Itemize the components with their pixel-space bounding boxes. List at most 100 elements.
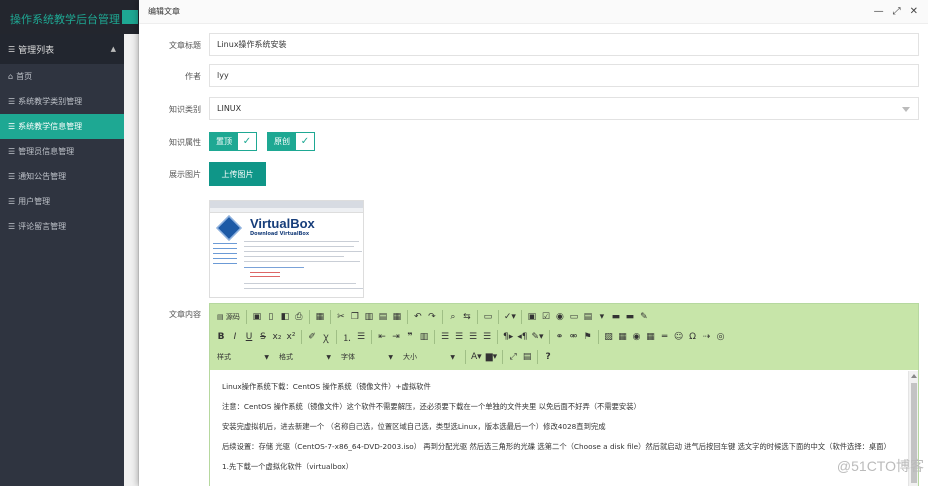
radio-icon[interactable]: ◉ xyxy=(553,309,567,325)
size-combo[interactable]: 大小 ▼ xyxy=(400,350,458,364)
numbered-list-icon[interactable]: ⒈ xyxy=(340,329,354,345)
sidebar-group-header[interactable]: ☰ 管理列表 ▲ xyxy=(0,34,124,64)
bold-icon[interactable]: B xyxy=(214,329,228,345)
image-icon[interactable]: ▨ xyxy=(602,329,616,345)
format-combo[interactable]: 格式 ▼ xyxy=(276,350,334,364)
image-button-icon[interactable]: ▬ xyxy=(623,309,637,325)
template-icon[interactable]: ▦ xyxy=(313,309,327,325)
link-icon[interactable]: ⚭ xyxy=(553,329,567,345)
content-paragraph: Linux操作系统下载：CentOS 操作系统（镜像文件）+虚拟软件 xyxy=(222,382,431,391)
blockquote-icon[interactable]: ❞ xyxy=(403,329,417,345)
indent-icon[interactable]: ⇥ xyxy=(389,329,403,345)
category-select[interactable]: LINUX xyxy=(209,97,919,120)
emoji-box-icon[interactable]: ◉ xyxy=(630,329,644,345)
new-document-icon[interactable]: ▯ xyxy=(264,309,278,325)
show-blocks-icon[interactable]: ▤ xyxy=(520,349,534,365)
align-right-icon[interactable]: ☰ xyxy=(466,329,480,345)
flash-icon[interactable]: ▦ xyxy=(616,329,630,345)
select-all-icon[interactable]: ▭ xyxy=(481,309,495,325)
attributes-label: 知识属性 xyxy=(169,138,201,147)
sidebar-item-admin[interactable]: ☰ 管理员信息管理 xyxy=(0,139,124,164)
language-icon[interactable]: ✎▾ xyxy=(530,329,546,345)
unlink-icon[interactable]: ⚮ xyxy=(567,329,581,345)
image-thumbnail: VirtualBox Download VirtualBox xyxy=(209,200,364,298)
align-justify-icon[interactable]: ☰ xyxy=(480,329,494,345)
select-field-icon[interactable]: ▾ xyxy=(595,309,609,325)
font-combo[interactable]: 字体 ▼ xyxy=(338,350,396,364)
list-icon: ☰ xyxy=(8,222,16,231)
ltr-icon[interactable]: ¶▸ xyxy=(501,329,515,345)
align-left-icon[interactable]: ☰ xyxy=(438,329,452,345)
app-title: 操作系统教学后台管理 xyxy=(10,14,120,26)
editor-content[interactable]: Linux操作系统下载：CentOS 操作系统（镜像文件）+虚拟软件 注意：Ce… xyxy=(210,371,908,486)
menu-toggle-button[interactable] xyxy=(122,10,138,24)
sidebar-item-label: 用户管理 xyxy=(18,197,51,206)
title-input[interactable]: Linux操作系统安装 xyxy=(209,33,919,56)
maximize-editor-icon[interactable]: ⤢ xyxy=(506,349,520,365)
sidebar-item-home[interactable]: ⌂ 首页 xyxy=(0,64,124,89)
hidden-field-icon[interactable]: ✎ xyxy=(637,309,651,325)
close-icon[interactable]: ✕ xyxy=(910,6,918,17)
scroll-up-icon[interactable] xyxy=(911,374,917,378)
italic-icon[interactable]: I xyxy=(228,329,242,345)
anchor-icon[interactable]: ⚑ xyxy=(581,329,595,345)
original-checkbox[interactable]: 原创 ✓ xyxy=(267,132,315,151)
pin-checkbox[interactable]: 置顶 ✓ xyxy=(209,132,257,151)
pin-checkbox-label: 置顶 xyxy=(210,133,238,150)
upload-image-button[interactable]: 上传图片 xyxy=(209,162,266,186)
paste-text-icon[interactable]: ▤ xyxy=(376,309,390,325)
replace-icon[interactable]: ⇆ xyxy=(460,309,474,325)
special-char-icon[interactable]: Ω xyxy=(686,329,700,345)
save-icon[interactable]: ▣ xyxy=(250,309,264,325)
sidebar-item-users[interactable]: ☰ 用户管理 xyxy=(0,189,124,214)
sidebar-item-category[interactable]: ☰ 系统教学类别管理 xyxy=(0,89,124,114)
textarea-icon[interactable]: ▤ xyxy=(581,309,595,325)
div-container-icon[interactable]: ▥ xyxy=(417,329,431,345)
outdent-icon[interactable]: ⇤ xyxy=(375,329,389,345)
minimize-icon[interactable]: — xyxy=(874,6,884,17)
button-field-icon[interactable]: ▬ xyxy=(609,309,623,325)
paste-icon[interactable]: ▥ xyxy=(362,309,376,325)
background-color-icon[interactable]: ▆▾ xyxy=(484,349,499,365)
strikethrough-icon[interactable]: S xyxy=(256,329,270,345)
iframe-icon[interactable]: ◎ xyxy=(714,329,728,345)
author-input[interactable]: lyy xyxy=(209,64,919,87)
author-label: 作者 xyxy=(185,72,201,81)
textfield-icon[interactable]: ▭ xyxy=(567,309,581,325)
superscript-icon[interactable]: x² xyxy=(284,329,298,345)
smiley-icon[interactable]: ☺ xyxy=(672,329,686,345)
copy-format-icon[interactable]: ✐ xyxy=(305,329,319,345)
styles-combo[interactable]: 样式 ▼ xyxy=(214,350,272,364)
horizontal-line-icon[interactable]: ═ xyxy=(658,329,672,345)
form-icon[interactable]: ▣ xyxy=(525,309,539,325)
cut-icon[interactable]: ✂ xyxy=(334,309,348,325)
maximize-icon[interactable]: ⤢ xyxy=(893,6,901,17)
rtl-icon[interactable]: ◂¶ xyxy=(515,329,529,345)
spellcheck-icon[interactable]: ✓▾ xyxy=(502,309,518,325)
redo-icon[interactable]: ↷ xyxy=(425,309,439,325)
checkbox-icon[interactable]: ☑ xyxy=(539,309,553,325)
sidebar-item-info[interactable]: ☰ 系统教学信息管理 xyxy=(0,114,124,139)
print-icon[interactable]: ⎙ xyxy=(292,309,306,325)
align-center-icon[interactable]: ☰ xyxy=(452,329,466,345)
remove-format-icon[interactable]: Ꭓ xyxy=(319,329,333,345)
preview-icon[interactable]: ◧ xyxy=(278,309,292,325)
table-icon[interactable]: ▦ xyxy=(644,329,658,345)
bulleted-list-icon[interactable]: ☰ xyxy=(354,329,368,345)
sidebar-item-notice[interactable]: ☰ 通知公告管理 xyxy=(0,164,124,189)
list-icon: ☰ xyxy=(8,197,16,206)
thumbnail-subtitle: Download VirtualBox xyxy=(250,231,310,237)
underline-icon[interactable]: U xyxy=(242,329,256,345)
sidebar-item-label: 系统教学信息管理 xyxy=(18,122,83,131)
undo-icon[interactable]: ↶ xyxy=(411,309,425,325)
find-icon[interactable]: ⌕ xyxy=(446,309,460,325)
copy-icon[interactable]: ❐ xyxy=(348,309,362,325)
content-paragraph: 1.先下载一个虚拟化软件（virtualbox） xyxy=(222,462,354,471)
sidebar-item-comments[interactable]: ☰ 评论留言管理 xyxy=(0,214,124,239)
subscript-icon[interactable]: x₂ xyxy=(270,329,284,345)
paste-word-icon[interactable]: ▦ xyxy=(390,309,404,325)
text-color-icon[interactable]: A▾ xyxy=(469,349,484,365)
source-button[interactable]: ▤ 源码 xyxy=(214,309,243,325)
page-break-icon[interactable]: ⇢ xyxy=(700,329,714,345)
help-icon[interactable]: ? xyxy=(541,349,555,365)
